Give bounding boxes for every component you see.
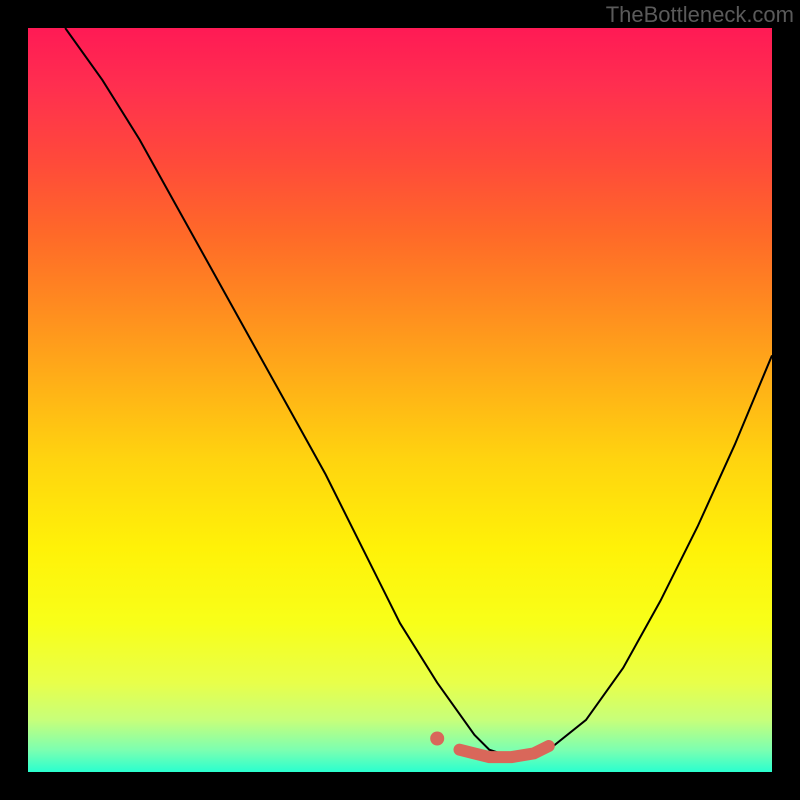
bottleneck-curve: [65, 28, 772, 757]
chart-frame: TheBottleneck.com: [0, 0, 800, 800]
plot-area: [28, 28, 772, 772]
watermark-text: TheBottleneck.com: [606, 2, 794, 28]
highlight-start-dot: [430, 732, 444, 746]
highlight-segment: [460, 746, 549, 757]
plot-svg: [28, 28, 772, 772]
